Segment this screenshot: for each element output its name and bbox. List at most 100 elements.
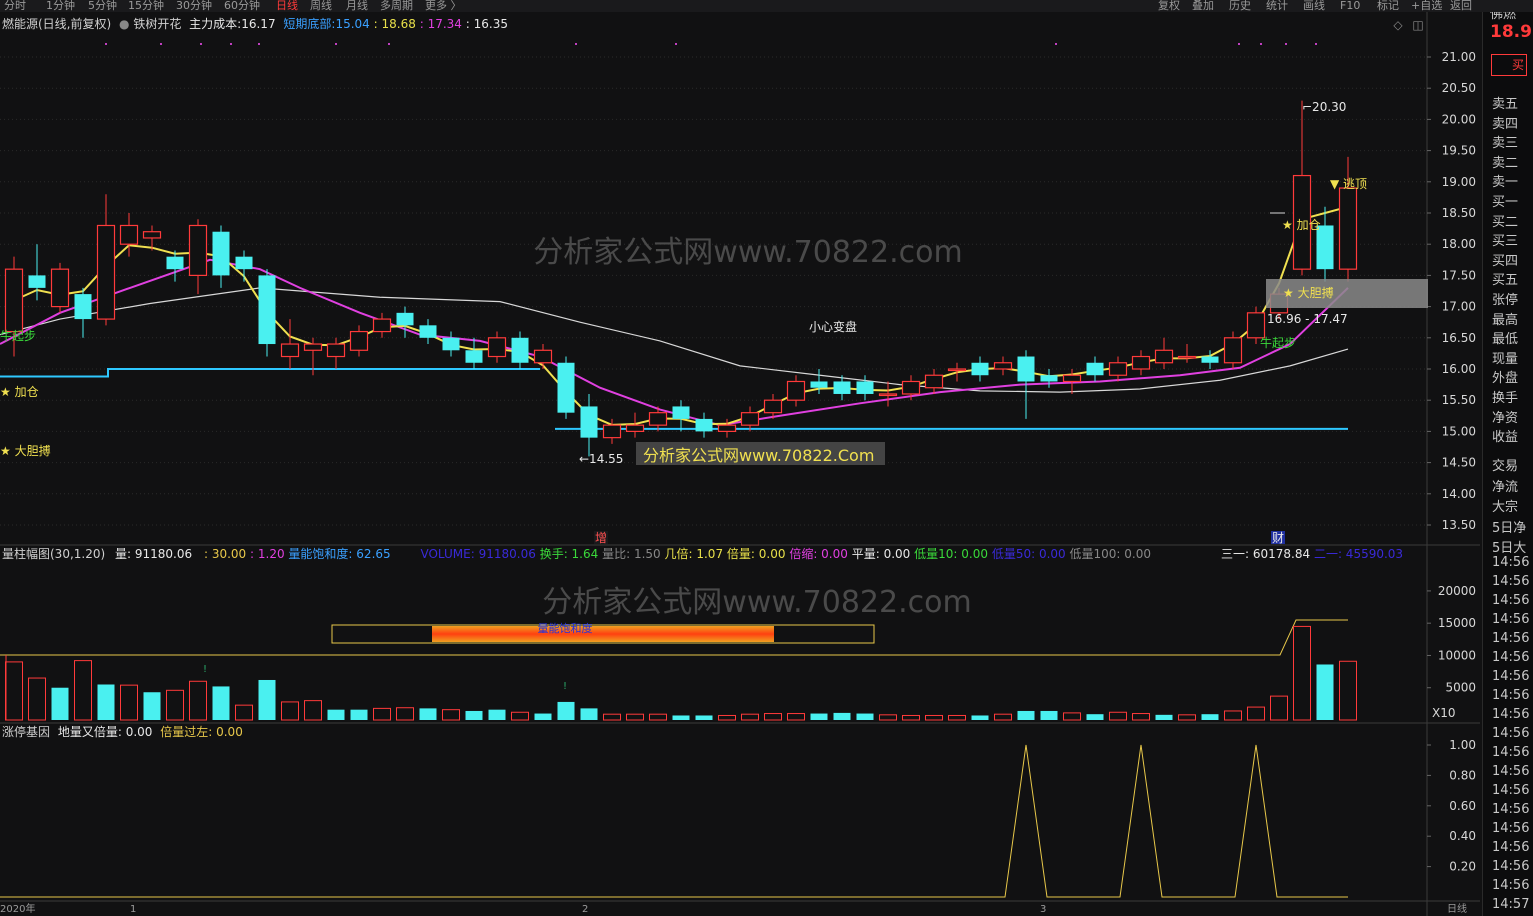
vol-bar-up xyxy=(166,689,184,721)
candle xyxy=(396,306,414,338)
support-line-left xyxy=(0,368,540,378)
vol-bar-up xyxy=(626,713,644,721)
vol-axis-label: 10000 xyxy=(1438,648,1476,662)
vol-bar-down xyxy=(97,684,115,720)
stock-title: 燃能源(日线,前复权) xyxy=(2,17,112,31)
price-axis-label: 16.00 xyxy=(1442,362,1476,376)
side-time: 14:56 xyxy=(1492,783,1530,798)
candle-body-down xyxy=(74,294,92,320)
vol-bar-up xyxy=(1339,660,1357,721)
vol-bar-up xyxy=(649,713,667,721)
zt-label2: 倍量过左: 0.00 xyxy=(160,725,243,739)
vol-bar-up xyxy=(1109,711,1127,721)
high-annotation: ⌐20.30 xyxy=(1302,100,1346,114)
vol-bar-up xyxy=(787,713,805,721)
price-axis-label: 15.00 xyxy=(1442,424,1476,438)
signal-dot xyxy=(675,43,677,45)
time-axis-label: 2 xyxy=(582,904,588,915)
indicator-name[interactable]: 铁树开花 xyxy=(133,17,181,31)
candle xyxy=(856,375,874,401)
candle-body-up xyxy=(924,374,944,389)
vol-bar-up xyxy=(189,680,207,721)
watermark-top: 分析家公式网www.70822.com xyxy=(533,235,962,270)
vol-bar-down xyxy=(1201,714,1219,720)
candle-body-down xyxy=(442,337,460,351)
indicator-circle-icon[interactable]: ● xyxy=(119,17,129,31)
signal-add-right: ★ 加仓 xyxy=(1282,218,1321,232)
watermark-mid: 分析家公式网www.70822.com xyxy=(542,585,971,620)
vol-bar-up xyxy=(764,713,782,721)
candle-body-up xyxy=(602,424,622,439)
candle xyxy=(695,412,713,438)
chart-canvas[interactable]: 21.0020.5020.0019.5019.0018.5018.0017.50… xyxy=(0,0,1533,916)
marker-zeng: 增 xyxy=(595,531,607,545)
signal-bold: ★ 大胆搏 xyxy=(0,444,51,458)
vol-bar-up xyxy=(879,714,897,721)
candle-body-down xyxy=(1316,225,1334,270)
price-axis-label: 19.00 xyxy=(1442,175,1476,189)
buy-button[interactable]: 买 xyxy=(1491,54,1527,76)
signal-buy-start-right: 牛起步 xyxy=(1260,335,1296,350)
vol-low50: 低量50: 0.00 xyxy=(991,547,1066,561)
vol-bar-up xyxy=(1293,625,1311,721)
sat-bar xyxy=(432,626,774,642)
candle-body-down xyxy=(235,256,253,270)
zt-name[interactable]: 涨停基因 xyxy=(2,725,50,739)
candle-body-down xyxy=(1086,362,1104,376)
vol-bar-down xyxy=(695,715,713,720)
candle-body-down xyxy=(557,362,575,413)
sat-value: 62.65 xyxy=(356,547,391,561)
vol-bar-down xyxy=(258,679,276,720)
cost-label: 主力成本: xyxy=(189,17,242,31)
vol-bar-up xyxy=(1270,695,1288,721)
candle-body-down xyxy=(856,381,874,394)
candle xyxy=(280,319,300,369)
side-label: 卖三 xyxy=(1492,136,1519,152)
price-axis-label: 18.50 xyxy=(1442,206,1476,220)
side-label: 卖五 xyxy=(1492,97,1519,112)
vol-bar-down xyxy=(833,712,851,720)
signal-dot xyxy=(200,43,202,45)
side-time: 14:56 xyxy=(1492,688,1530,703)
candle-body-down xyxy=(1201,356,1219,363)
volume-label: VOLUME: 91180.06 xyxy=(420,547,536,561)
signal-dot xyxy=(388,43,390,45)
time-axis-label: 日线 xyxy=(1447,902,1467,915)
candle xyxy=(511,331,529,369)
side-time: 14:56 xyxy=(1492,745,1530,760)
candle-body-up xyxy=(50,268,70,308)
vol-ratio: 量比: 1.50 xyxy=(602,547,661,561)
candle xyxy=(1108,356,1128,382)
vol-bar-down xyxy=(1086,714,1104,720)
volume-header: 量柱幅图(30,1.20) 量: 91180.06 : 30.00 : 1.20… xyxy=(2,547,1151,561)
side-label: 最低 xyxy=(1492,332,1519,348)
price-axis-label: 18.00 xyxy=(1442,237,1476,251)
vol-unit: X10 xyxy=(1432,706,1456,720)
side-label: 张停 xyxy=(1492,293,1519,308)
candle xyxy=(786,375,806,407)
vol-indicator-name[interactable]: 量柱幅图(30,1.20) xyxy=(2,547,105,561)
price-axis-label: 17.00 xyxy=(1442,300,1476,314)
candle-body-up xyxy=(1338,187,1358,270)
signal-dot xyxy=(1315,43,1317,45)
candle-body-down xyxy=(465,350,483,363)
candle xyxy=(1086,356,1104,382)
candle-body-up xyxy=(717,424,737,433)
vol-bar-down xyxy=(327,709,345,720)
price-header: 燃能源(日线,前复权) ● 铁树开花 主力成本:16.17 短期底部:15.04… xyxy=(2,17,508,31)
vol-axis-label: 20000 xyxy=(1438,584,1476,598)
price-axis-label: 15.50 xyxy=(1442,393,1476,407)
signal-dot xyxy=(335,43,337,45)
vol-bar-down xyxy=(580,708,598,720)
side-label: 买二 xyxy=(1492,214,1519,230)
candle-body-up xyxy=(1223,337,1243,364)
vol-bar-up xyxy=(994,713,1012,721)
candle-body-down xyxy=(166,256,184,270)
candle xyxy=(1131,350,1151,376)
candle-body-down xyxy=(810,381,828,388)
watermark-box-text: 分析家公式网www.70822.Com xyxy=(643,446,874,465)
zt-axis-label: 0.80 xyxy=(1449,768,1476,782)
price-axis-label: 20.00 xyxy=(1442,112,1476,126)
side-label: 净流 xyxy=(1492,479,1519,495)
side-time: 14:56 xyxy=(1492,840,1530,855)
